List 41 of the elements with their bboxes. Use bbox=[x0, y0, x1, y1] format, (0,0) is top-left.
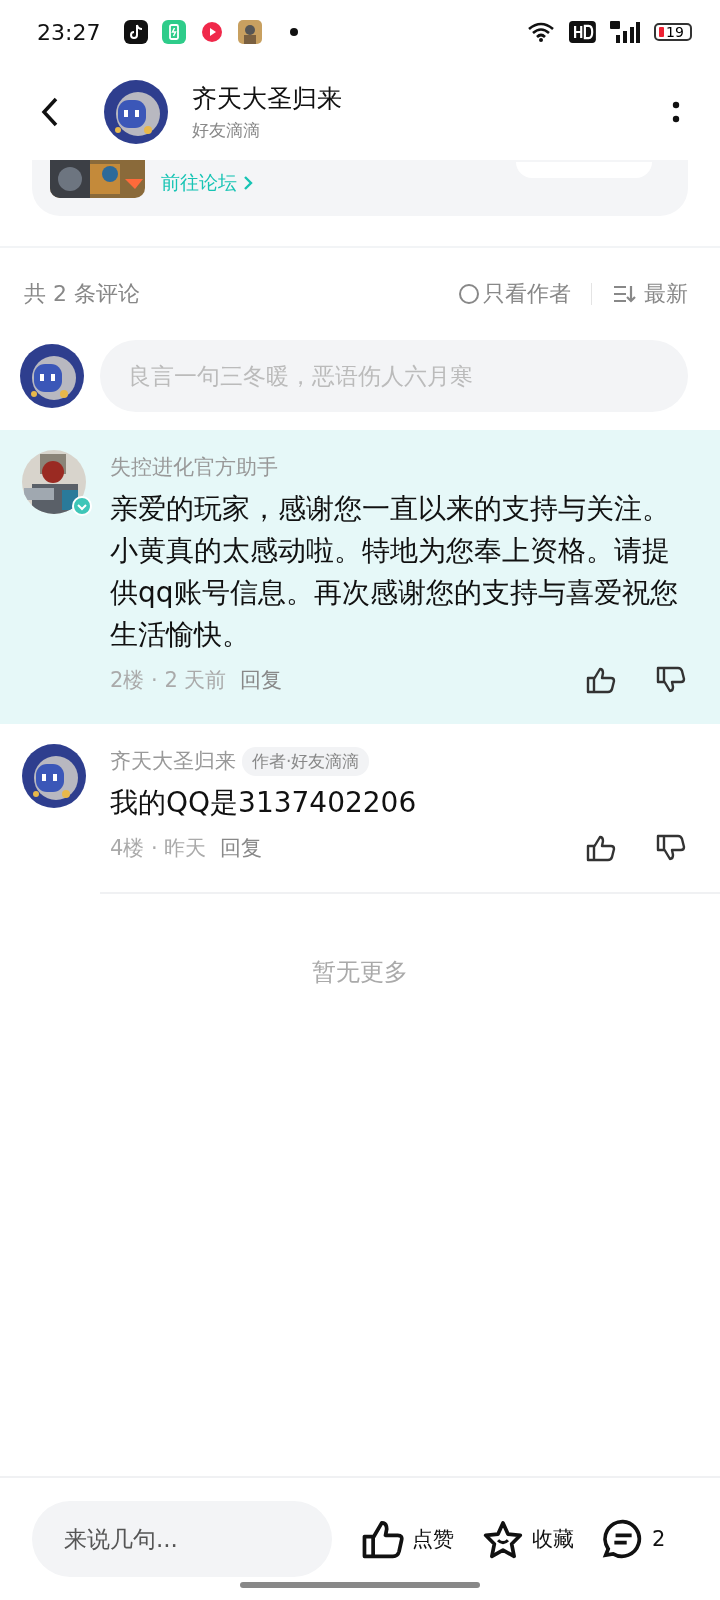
robot-avatar bbox=[20, 344, 84, 408]
comment-input[interactable]: 良言一句三冬暖，恶语伤人六月寒 bbox=[100, 340, 688, 412]
chevron-right-icon bbox=[243, 175, 253, 191]
comment-input[interactable]: 来说几句... bbox=[32, 1501, 332, 1577]
thumbs-down-icon[interactable] bbox=[656, 834, 686, 862]
author-tag: 作者·好友滴滴 bbox=[242, 746, 370, 776]
hd-icon bbox=[569, 21, 596, 43]
author-only-toggle[interactable]: 只看作者 bbox=[459, 279, 571, 309]
music-app-icon bbox=[124, 20, 149, 44]
more-icon[interactable] bbox=[672, 100, 680, 124]
comment-author: 齐天大圣归来 bbox=[110, 748, 236, 775]
battery-app-icon bbox=[162, 20, 187, 44]
reply-link[interactable]: 回复 bbox=[220, 834, 263, 862]
sort-icon bbox=[612, 284, 636, 304]
play-app-icon bbox=[200, 20, 225, 44]
favorite-button[interactable]: 收藏 bbox=[482, 1519, 574, 1559]
header-subtitle: 好友滴滴 bbox=[192, 119, 261, 142]
comment-count: 共 2 条评论 bbox=[24, 280, 140, 308]
sort-button[interactable]: 最新 bbox=[612, 279, 688, 309]
back-icon[interactable] bbox=[40, 96, 60, 128]
status-time: 23:27 bbox=[37, 19, 101, 45]
comment-author: 失控进化官方助手 bbox=[110, 454, 278, 481]
comment-meta: 4楼 · 昨天 bbox=[110, 835, 207, 862]
comment-meta: 2楼 · 2 天前 bbox=[110, 667, 227, 694]
comment-text: 我的QQ是3137402206 bbox=[110, 785, 418, 821]
notification-dot-icon bbox=[290, 28, 299, 36]
game-app-icon bbox=[238, 20, 263, 44]
signal-icon bbox=[610, 21, 640, 43]
thumbs-up-icon[interactable] bbox=[586, 834, 616, 862]
robot-avatar bbox=[104, 80, 168, 144]
wifi-icon bbox=[527, 21, 556, 43]
like-button[interactable]: 点赞 bbox=[362, 1519, 454, 1559]
forum-link[interactable]: 前往论坛 bbox=[161, 170, 253, 196]
end-note: 暂无更多 bbox=[311, 957, 409, 988]
thumbs-down-icon[interactable] bbox=[656, 666, 686, 694]
robot-avatar bbox=[22, 744, 86, 808]
reply-link[interactable]: 回复 bbox=[240, 666, 283, 694]
battery-indicator: 19 bbox=[654, 23, 692, 41]
comment-text: 亲爱的玩家，感谢您一直以来的支持与关注。小黄真的太感动啦。特地为您奉上资格。请提供qq账号信息。再次感谢您的支持与喜爱祝您生活愉快。 bbox=[110, 491, 679, 653]
thumbs-up-icon[interactable] bbox=[586, 666, 616, 694]
header-title: 齐天大圣归来 bbox=[192, 83, 342, 115]
